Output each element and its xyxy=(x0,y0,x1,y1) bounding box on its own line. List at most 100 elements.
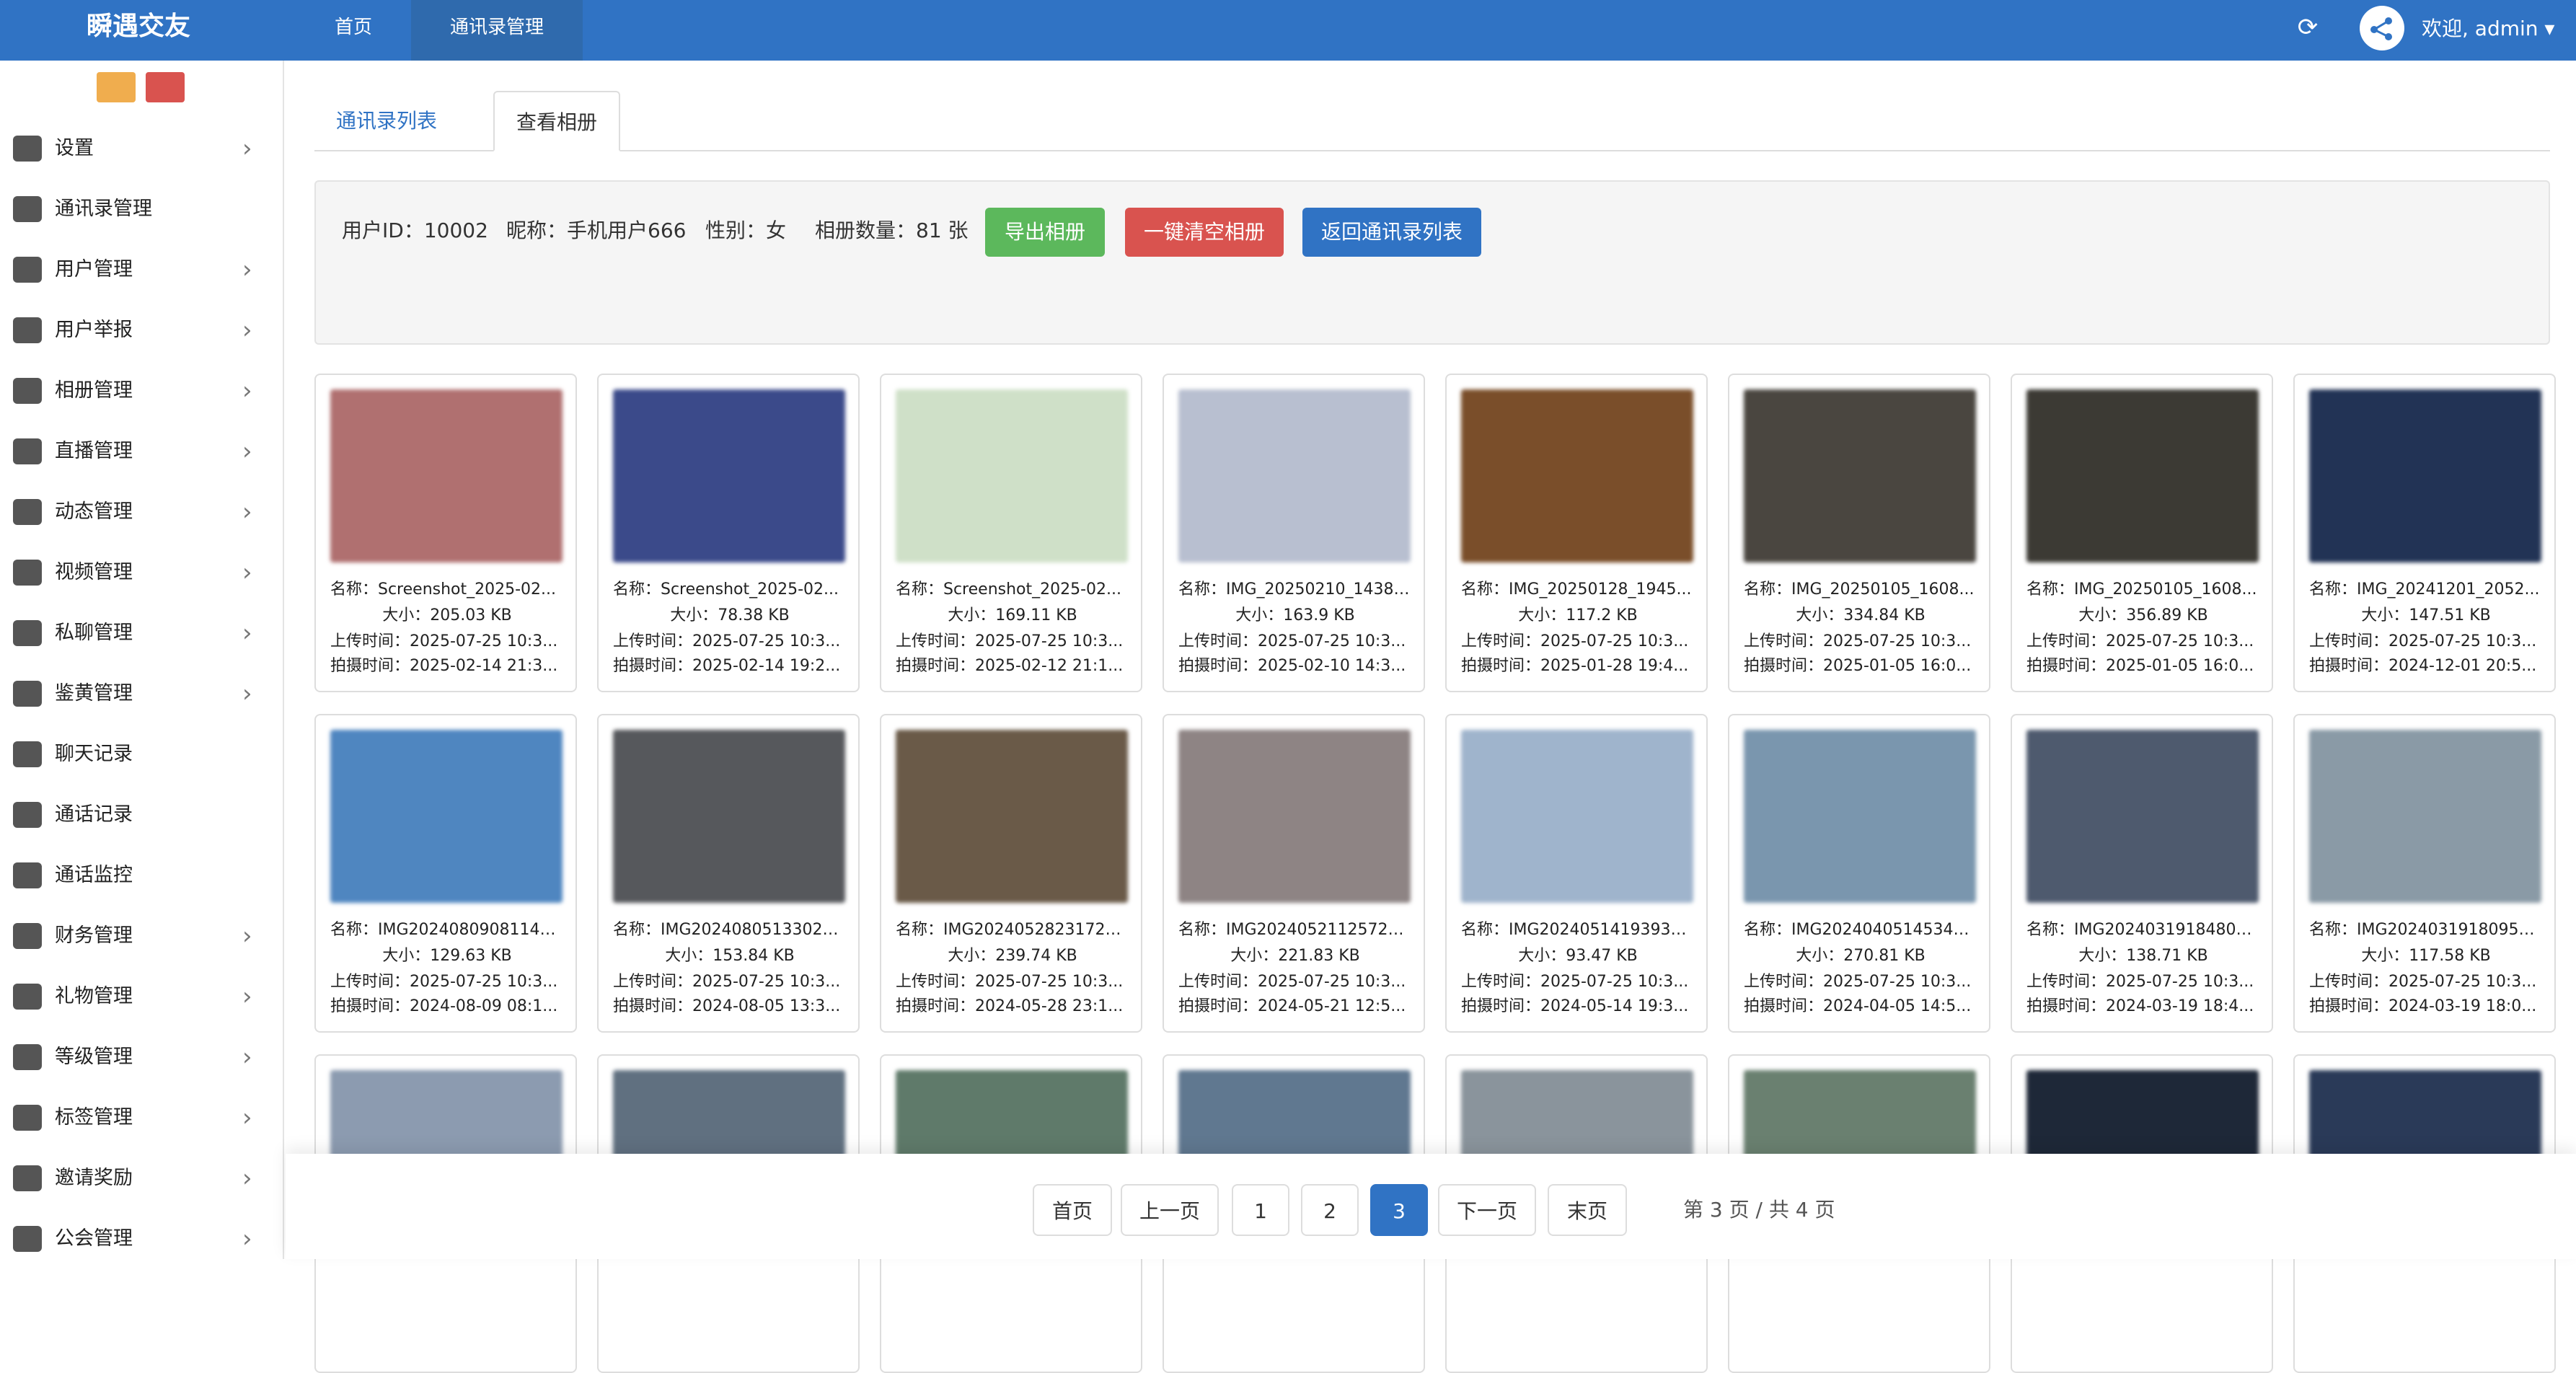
photo-card[interactable]: 名称：IMG_20241201_2052... 大小：147.51 KB 上传时间：… xyxy=(2293,374,2556,692)
photo-shot-time: 拍摄时间：2024-12-01 20:5... xyxy=(2309,657,2537,675)
photo-thumbnail[interactable] xyxy=(2309,389,2541,562)
photo-thumbnail[interactable] xyxy=(2309,730,2541,903)
photo-thumbnail[interactable] xyxy=(1178,389,1411,562)
avatar[interactable] xyxy=(2360,6,2404,50)
photo-thumbnail[interactable] xyxy=(1744,730,1976,903)
photo-name: 名称：IMG20240521125726... xyxy=(1178,921,1412,939)
sidebar-item-label: 私聊管理 xyxy=(55,622,133,644)
quick-actions xyxy=(97,72,185,102)
pagination: 首页 上一页 1 2 3 下一页 末页 第 3 页 / 共 4 页 xyxy=(286,1154,2576,1259)
photo-card[interactable]: 名称：IMG20240521125726... 大小：221.83 KB 上传时间：… xyxy=(1163,714,1425,1033)
chevron-right-icon: › xyxy=(242,1224,252,1253)
photo-card[interactable]: 名称：Screenshot_2025-02... 大小：78.38 KB 上传时间：… xyxy=(597,374,860,692)
photo-name: 名称：IMG20240809081145... xyxy=(330,921,564,939)
photo-card[interactable]: 名称：IMG_20250105_1608... 大小：356.89 KB 上传时间：… xyxy=(2011,374,2273,692)
top-navbar: 瞬遇交友 首页 通讯录管理 ⟳ 欢迎, admin ▾ xyxy=(0,0,2576,61)
photo-upload-time: 上传时间：2025-07-25 10:3... xyxy=(2309,632,2537,650)
page-1-button[interactable]: 1 xyxy=(1232,1184,1289,1236)
next-page-button[interactable]: 下一页 xyxy=(1438,1184,1536,1236)
photo-thumbnail[interactable] xyxy=(1461,389,1693,562)
photo-thumbnail[interactable] xyxy=(613,730,845,903)
photo-size: 大小：169.11 KB xyxy=(948,606,1077,624)
sidebar-item[interactable]: 礼物管理 › xyxy=(0,966,283,1027)
photo-thumbnail[interactable] xyxy=(1178,730,1411,903)
photo-upload-time: 上传时间：2025-07-25 10:3... xyxy=(613,632,841,650)
photo-thumbnail[interactable] xyxy=(613,389,845,562)
sidebar-item[interactable]: 通讯录管理 xyxy=(0,179,283,239)
photo-card[interactable]: 名称：IMG_20250210_14381... 大小：163.9 KB 上传时间：… xyxy=(1163,374,1425,692)
app-title: 瞬遇交友 xyxy=(87,12,191,41)
home-icon[interactable] xyxy=(97,72,136,102)
photo-card[interactable]: 名称：IMG20240319180955... 大小：117.58 KB 上传时间：… xyxy=(2293,714,2556,1033)
sidebar-item[interactable]: 通话记录 xyxy=(0,785,283,845)
trash-icon[interactable] xyxy=(146,72,185,102)
sidebar-item-label: 公会管理 xyxy=(55,1227,133,1250)
sidebar-item[interactable]: 财务管理 › xyxy=(0,906,283,966)
first-page-button[interactable]: 首页 xyxy=(1033,1184,1112,1236)
sidebar-item[interactable]: 相册管理 › xyxy=(0,361,283,421)
photo-shot-time: 拍摄时间：2025-01-05 16:0... xyxy=(1744,657,1972,675)
photo-upload-time: 上传时间：2025-07-25 10:3... xyxy=(2026,973,2254,991)
page-2-button[interactable]: 2 xyxy=(1301,1184,1359,1236)
chevron-right-icon: › xyxy=(242,316,252,345)
sidebar-item[interactable]: 视频管理 › xyxy=(0,542,283,603)
page-3-button[interactable]: 3 xyxy=(1370,1184,1428,1236)
sidebar-item[interactable]: 公会管理 › xyxy=(0,1209,283,1269)
sidebar-item[interactable]: 用户举报 › xyxy=(0,300,283,361)
sidebar-item-label: 财务管理 xyxy=(55,924,133,947)
nav-home[interactable]: 首页 xyxy=(296,0,411,61)
sidebar-item[interactable]: 邀请奖励 › xyxy=(0,1148,283,1209)
photo-card[interactable]: 名称：IMG_20250128_1945... 大小：117.2 KB 上传时间：2… xyxy=(1445,374,1708,692)
photo-card[interactable]: 名称：IMG_20250105_1608... 大小：334.84 KB 上传时间：… xyxy=(1728,374,1990,692)
sidebar-item[interactable]: 直播管理 › xyxy=(0,421,283,482)
photo-thumbnail[interactable] xyxy=(896,730,1128,903)
nav-contacts[interactable]: 通讯录管理 xyxy=(411,0,583,61)
photo-card[interactable]: 名称：Screenshot_2025-02... 大小：205.03 KB 上传时间… xyxy=(314,374,577,692)
back-to-list-button[interactable]: 返回通讯录列表 xyxy=(1302,208,1481,257)
photo-thumbnail[interactable] xyxy=(2026,730,2259,903)
photo-card[interactable]: 名称：Screenshot_2025-02... 大小：169.11 KB 上传时间… xyxy=(880,374,1142,692)
sidebar-item[interactable]: 通话监控 xyxy=(0,845,283,906)
export-album-button[interactable]: 导出相册 xyxy=(985,208,1105,257)
photo-thumbnail[interactable] xyxy=(896,389,1128,562)
photo-card[interactable]: 名称：IMG20240319184807... 大小：138.71 KB 上传时间：… xyxy=(2011,714,2273,1033)
sidebar-item[interactable]: 设置 › xyxy=(0,118,283,179)
photo-card[interactable]: 名称：IMG20240528231726... 大小：239.74 KB 上传时间：… xyxy=(880,714,1142,1033)
photo-card[interactable]: 名称：IMG20240809081145... 大小：129.63 KB 上传时间：… xyxy=(314,714,577,1033)
photo-upload-time: 上传时间：2025-07-25 10:3... xyxy=(2026,632,2254,650)
chevron-right-icon: › xyxy=(242,437,252,466)
last-page-button[interactable]: 末页 xyxy=(1548,1184,1627,1236)
photo-shot-time: 拍摄时间：2024-05-28 23:1... xyxy=(896,997,1124,1015)
sidebar-item[interactable]: 私聊管理 › xyxy=(0,603,283,663)
photo-thumbnail[interactable] xyxy=(330,389,563,562)
gift-icon xyxy=(13,984,42,1010)
gender: 性别：女 xyxy=(705,218,787,242)
prev-page-button[interactable]: 上一页 xyxy=(1121,1184,1219,1236)
sidebar-item-label: 动态管理 xyxy=(55,500,133,523)
photo-shot-time: 拍摄时间：2024-05-21 12:5... xyxy=(1178,997,1406,1015)
tab-view-album[interactable]: 查看相册 xyxy=(493,91,621,151)
clear-album-button[interactable]: 一键清空相册 xyxy=(1125,208,1284,257)
photo-thumbnail[interactable] xyxy=(2026,389,2259,562)
sidebar-item[interactable]: 动态管理 › xyxy=(0,482,283,542)
photo-name: 名称：IMG_20241201_2052... xyxy=(2309,580,2540,599)
photo-card[interactable]: 名称：IMG20240514193937... 大小：93.47 KB 上传时间：2… xyxy=(1445,714,1708,1033)
tab-contacts-list[interactable]: 通讯录列表 xyxy=(314,91,459,151)
sidebar-item[interactable]: 聊天记录 xyxy=(0,724,283,785)
sidebar-item-label: 用户举报 xyxy=(55,319,133,341)
photo-thumbnail[interactable] xyxy=(330,730,563,903)
user-menu[interactable]: 欢迎, admin ▾ xyxy=(2422,13,2555,45)
photo-card[interactable]: 名称：IMG20240805133027... 大小：153.84 KB 上传时间：… xyxy=(597,714,860,1033)
chevron-right-icon: › xyxy=(242,922,252,950)
photo-card[interactable]: 名称：IMG20240405145345... 大小：270.81 KB 上传时间：… xyxy=(1728,714,1990,1033)
sidebar-item[interactable]: 鉴黄管理 › xyxy=(0,663,283,724)
sidebar-item[interactable]: 标签管理 › xyxy=(0,1087,283,1148)
sidebar-item[interactable]: 用户管理 › xyxy=(0,239,283,300)
photo-size: 大小：239.74 KB xyxy=(948,947,1077,965)
users-icon xyxy=(13,257,42,283)
photo-thumbnail[interactable] xyxy=(1461,730,1693,903)
refresh-icon[interactable]: ⟳ xyxy=(2292,12,2324,43)
photo-thumbnail[interactable] xyxy=(1744,389,1976,562)
photo-shot-time: 拍摄时间：2024-05-14 19:3... xyxy=(1461,997,1689,1015)
sidebar-item[interactable]: 等级管理 › xyxy=(0,1027,283,1087)
